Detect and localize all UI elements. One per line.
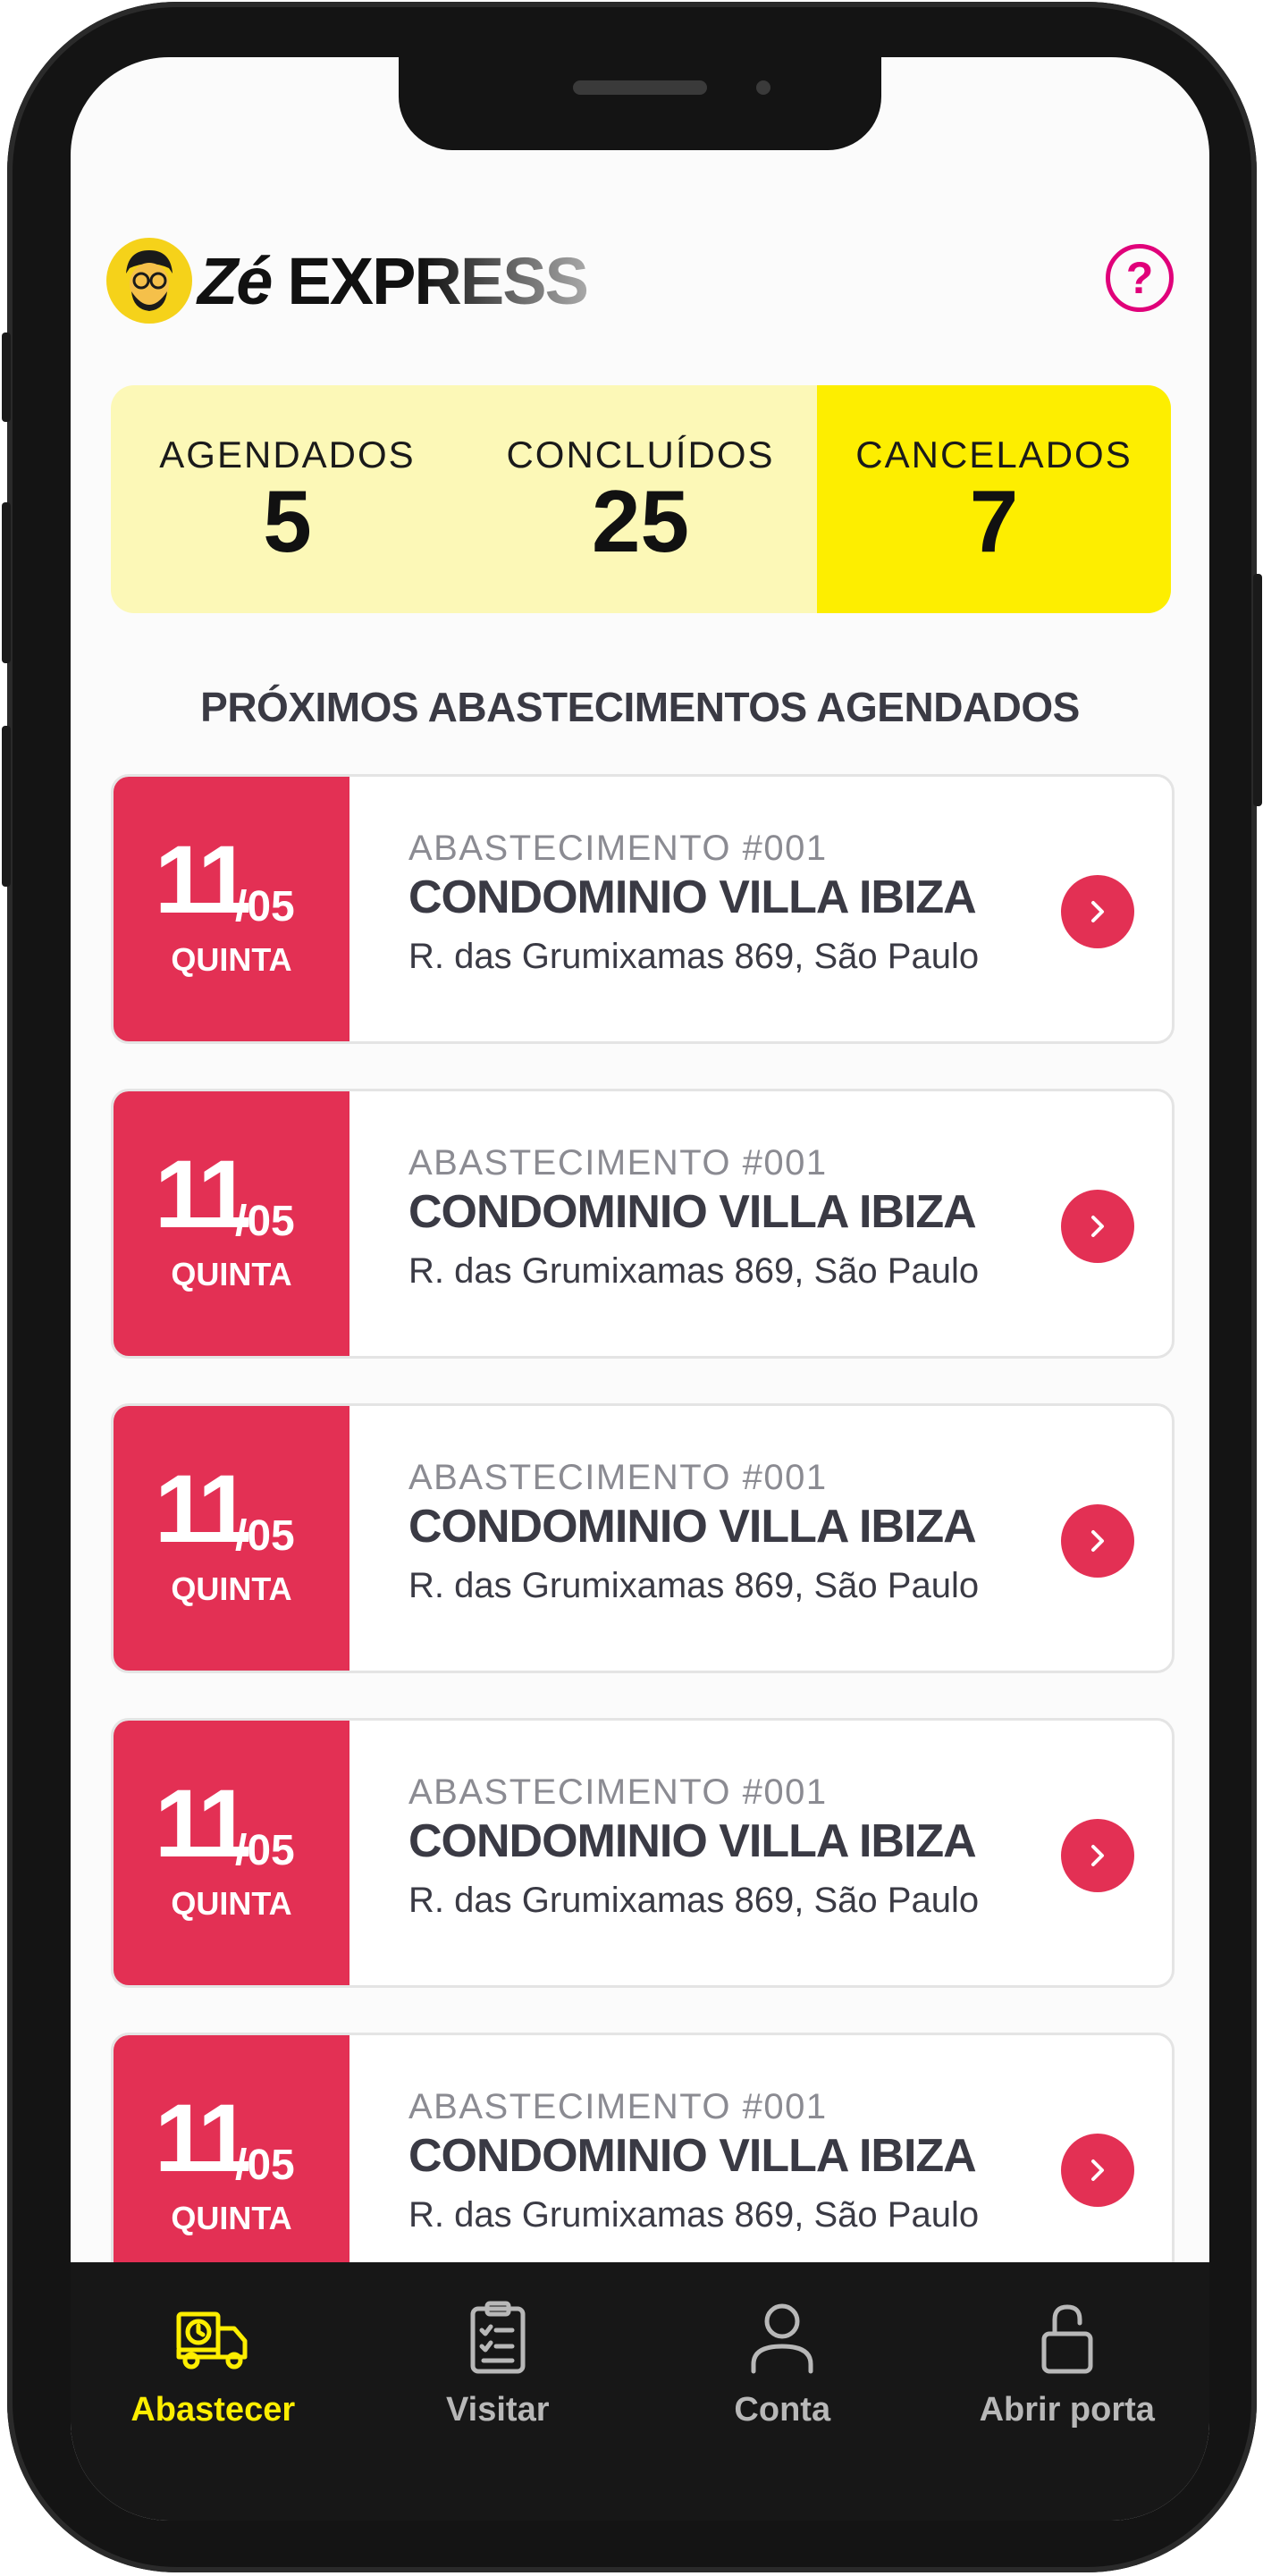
date-weekday: QUINTA: [171, 2200, 292, 2236]
appointment-card[interactable]: 11 /05 QUINTA ABASTECIMENTO #001 CONDOMI…: [111, 1403, 1175, 1673]
appointment-address: R. das Grumixamas 869, São Paulo: [408, 2195, 980, 2235]
date-month: /05: [235, 1198, 295, 1245]
appointment-info: ABASTECIMENTO #001 CONDOMINIO VILLA IBIZ…: [408, 829, 979, 977]
chevron-right-icon[interactable]: [1061, 1504, 1134, 1578]
date-weekday: QUINTA: [171, 1256, 292, 1292]
appointment-card[interactable]: 11 /05 QUINTA ABASTECIMENTO #001 CONDOMI…: [111, 1089, 1175, 1359]
appointment-info: ABASTECIMENTO #001 CONDOMINIO VILLA IBIZ…: [408, 1772, 979, 1921]
volume-down-button: [2, 726, 11, 887]
notch: [399, 57, 881, 150]
unlock-icon: [1041, 2304, 1093, 2374]
appointment-name: CONDOMINIO VILLA IBIZA: [408, 1815, 977, 1867]
bottom-nav: Abastecer Visitar Conta Abrir porta: [71, 2262, 1209, 2521]
ze-express-logo[interactable]: Zé EXPRESS: [106, 232, 589, 330]
section-title: PRÓXIMOS ABASTECIMENTOS AGENDADOS: [200, 684, 1080, 730]
stat-label: CONCLUÍDOS: [506, 433, 775, 476]
delivery-truck-icon: [176, 2311, 248, 2370]
app-header: Zé EXPRESS ?: [106, 232, 1174, 330]
appointment-card[interactable]: 11 /05 QUINTA ABASTECIMENTO #001 CONDOMI…: [111, 1718, 1175, 1988]
appointment-info: ABASTECIMENTO #001 CONDOMINIO VILLA IBIZ…: [408, 1143, 979, 1292]
nav-item-conta[interactable]: Conta: [640, 2262, 925, 2521]
appointment-address: R. das Grumixamas 869, São Paulo: [408, 1881, 980, 1920]
stat-cancelados[interactable]: CANCELADOS 7: [817, 385, 1171, 613]
date-day: 11: [155, 1140, 251, 1248]
logo-text-express: EXPRESS: [287, 243, 589, 318]
nav-label: Visitar: [446, 2391, 550, 2429]
date-block: 11 /05 QUINTA: [114, 1406, 349, 1671]
date-weekday: QUINTA: [171, 941, 292, 978]
appointment-id: ABASTECIMENTO #001: [408, 1772, 828, 1812]
speaker: [573, 80, 707, 95]
volume-up-button: [2, 502, 11, 663]
date-block: 11 /05 QUINTA: [114, 1091, 349, 1356]
date-day: 11: [155, 1769, 251, 1877]
date-block: 11 /05 QUINTA: [114, 777, 349, 1041]
appointment-name: CONDOMINIO VILLA IBIZA: [408, 2130, 977, 2182]
appointment-id: ABASTECIMENTO #001: [408, 829, 828, 868]
nav-item-abrir-porta[interactable]: Abrir porta: [925, 2262, 1210, 2521]
stat-value: 5: [263, 471, 312, 570]
nav-item-visitar[interactable]: Visitar: [356, 2262, 641, 2521]
nav-label: Conta: [734, 2391, 831, 2429]
mascot-face-icon: [106, 238, 192, 324]
power-button: [1253, 574, 1262, 806]
date-day: 11: [155, 2084, 251, 2192]
stat-agendados[interactable]: AGENDADOS 5: [111, 385, 464, 613]
appointment-info: ABASTECIMENTO #001 CONDOMINIO VILLA IBIZ…: [408, 2087, 979, 2235]
stats-summary: AGENDADOS 5 CONCLUÍDOS 25 CANCELADOS 7: [111, 385, 1171, 613]
logo-text-ze: Zé: [198, 243, 273, 318]
appointment-info: ABASTECIMENTO #001 CONDOMINIO VILLA IBIZ…: [408, 1458, 979, 1606]
help-glyph: ?: [1125, 253, 1154, 303]
date-weekday: QUINTA: [171, 1570, 292, 1607]
date-block: 11 /05 QUINTA: [114, 1721, 349, 1985]
date-month: /05: [235, 1512, 295, 1560]
chevron-right-icon[interactable]: [1061, 1190, 1134, 1263]
stat-value: 25: [591, 471, 689, 570]
appointment-address: R. das Grumixamas 869, São Paulo: [408, 1251, 980, 1291]
nav-label: Abrir porta: [979, 2391, 1155, 2429]
app-screen: Zé EXPRESS ? AGENDADOS 5 CONCLUÍDOS 25 C…: [71, 57, 1209, 2521]
appointment-id: ABASTECIMENTO #001: [408, 2087, 828, 2126]
chevron-right-icon[interactable]: [1061, 1819, 1134, 1892]
date-month: /05: [235, 883, 295, 930]
appointment-name: CONDOMINIO VILLA IBIZA: [408, 1186, 977, 1238]
appointment-address: R. das Grumixamas 869, São Paulo: [408, 1566, 980, 1605]
stat-label: CANCELADOS: [855, 433, 1132, 476]
user-icon: [751, 2303, 813, 2374]
front-camera: [756, 80, 770, 95]
appointment-name: CONDOMINIO VILLA IBIZA: [408, 871, 977, 923]
nav-label: Abastecer: [131, 2391, 296, 2429]
chevron-right-icon[interactable]: [1061, 2134, 1134, 2207]
stat-concluidos[interactable]: CONCLUÍDOS 25: [464, 385, 817, 613]
appointment-address: R. das Grumixamas 869, São Paulo: [408, 937, 980, 976]
date-day: 11: [155, 1454, 251, 1562]
date-month: /05: [235, 1827, 295, 1874]
appointment-name: CONDOMINIO VILLA IBIZA: [408, 1501, 977, 1553]
mute-switch: [2, 333, 11, 422]
clipboard-checklist-icon: [470, 2301, 526, 2374]
date-month: /05: [235, 2142, 295, 2189]
phone-frame: Zé EXPRESS ? AGENDADOS 5 CONCLUÍDOS 25 C…: [2, 2, 1262, 2572]
stat-value: 7: [969, 471, 1019, 570]
date-block: 11 /05 QUINTA: [114, 2035, 349, 2300]
appointment-card[interactable]: 11 /05 QUINTA ABASTECIMENTO #001 CONDOMI…: [111, 774, 1175, 1044]
nav-item-abastecer[interactable]: Abastecer: [71, 2262, 356, 2521]
appointment-id: ABASTECIMENTO #001: [408, 1458, 828, 1497]
stat-label: AGENDADOS: [159, 433, 416, 476]
help-icon[interactable]: ?: [1106, 244, 1174, 312]
appointment-id: ABASTECIMENTO #001: [408, 1143, 828, 1183]
date-weekday: QUINTA: [171, 1885, 292, 1922]
chevron-right-icon[interactable]: [1061, 875, 1134, 948]
date-day: 11: [155, 825, 251, 933]
